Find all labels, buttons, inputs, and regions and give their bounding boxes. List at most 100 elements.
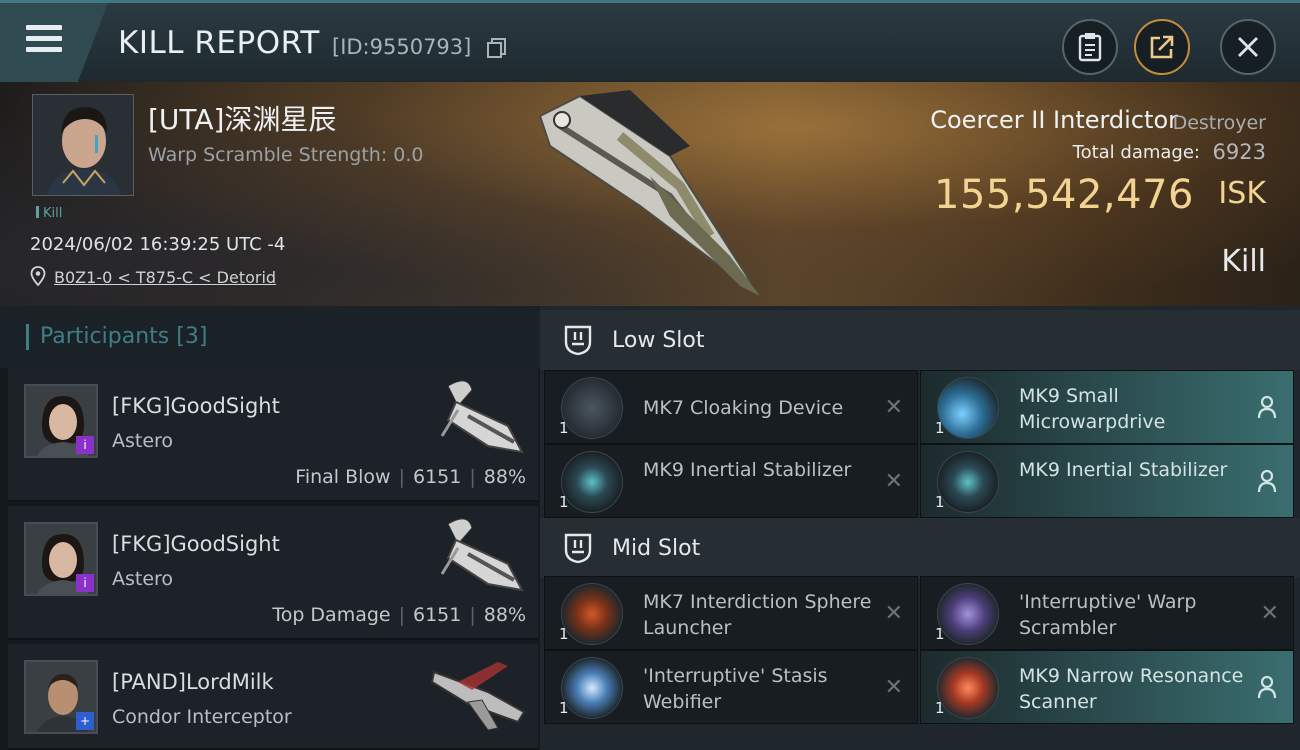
plus-badge-icon: + <box>76 712 94 730</box>
module-quantity: 1 <box>935 625 945 643</box>
kill-timestamp: 2024/06/02 16:39:25 UTC -4 <box>30 234 286 255</box>
fitting-panel: Low Slot 1 MK7 Cloaking Device ✕ 1 MK9 S… <box>540 306 1300 750</box>
destroyed-x-icon: ✕ <box>884 395 903 420</box>
module-card[interactable]: 1 MK9 Inertial Stabilizer ✕ <box>544 444 918 518</box>
report-id: [ID:9550793] <box>332 35 472 59</box>
module-name: MK9 Inertial Stabilizer <box>1019 459 1228 481</box>
module-card[interactable]: 1 'Interruptive' Warp Scrambler ✕ <box>920 576 1294 650</box>
participants-header: Participants [3] <box>0 306 540 368</box>
participant-name: [PAND]LordMilk <box>112 670 274 694</box>
warp-scrambler-icon <box>937 583 999 645</box>
participant-ship-image <box>440 518 524 592</box>
page-title: KILL REPORT <box>118 25 320 61</box>
cloaking-device-icon <box>561 377 623 439</box>
mid-slot-header: Mid Slot <box>540 518 1300 578</box>
clipboard-button[interactable] <box>1062 19 1118 75</box>
module-card[interactable]: 1 MK9 Inertial Stabilizer <box>920 444 1294 518</box>
participant-avatar: i <box>24 522 98 596</box>
menu-icon <box>26 25 62 53</box>
module-card[interactable]: 1 MK7 Cloaking Device ✕ <box>544 370 918 444</box>
inertial-stabilizer-icon <box>937 451 999 513</box>
module-card[interactable]: 1 MK7 Interdiction Sphere Launcher ✕ <box>544 576 918 650</box>
victim-ship-class: Destroyer <box>1172 112 1266 134</box>
low-slot-title: Low Slot <box>612 328 705 353</box>
module-name: MK9 Inertial Stabilizer <box>643 459 852 481</box>
module-card[interactable]: 1 'Interruptive' Stasis Webifier ✕ <box>544 650 918 724</box>
dropped-person-icon <box>1257 395 1277 419</box>
destroyed-x-icon: ✕ <box>1260 601 1279 626</box>
participant-ship: Condor Interceptor <box>112 706 292 728</box>
mid-slot-title: Mid Slot <box>612 536 701 561</box>
participant-stats: Final Blow | 6151 | 88% <box>295 466 526 488</box>
resonance-scanner-icon <box>937 657 999 719</box>
dropped-person-icon <box>1257 469 1277 493</box>
destroyed-x-icon: ✕ <box>884 675 903 700</box>
participant-row[interactable]: i [FKG]GoodSight Astero Top Damage | 6151 |… <box>8 506 538 640</box>
microwarpdrive-icon <box>937 377 999 439</box>
share-icon <box>1150 35 1174 59</box>
participant-row[interactable]: + [PAND]LordMilk Condor Interceptor <box>8 644 538 750</box>
kill-tag: Kill <box>36 206 62 221</box>
participant-ship-image <box>440 380 524 454</box>
stasis-webifier-icon <box>561 657 623 719</box>
victim-avatar <box>33 95 133 195</box>
kill-result: Kill <box>1221 244 1266 279</box>
kill-report-header: KILL REPORT [ID:9550793] <box>0 0 1300 82</box>
destroyed-x-icon: ✕ <box>884 469 903 494</box>
destroyed-x-icon: ✕ <box>884 601 903 626</box>
clipboard-icon <box>1078 33 1102 62</box>
victim-name: [UTA]深渊星辰 <box>148 103 337 136</box>
module-quantity: 1 <box>559 493 569 511</box>
module-name: 'Interruptive' Stasis Webifier <box>643 665 828 713</box>
module-name: MK9 Small Microwarpdrive <box>1019 385 1166 433</box>
participants-title: Participants [3] <box>40 324 208 349</box>
participant-ship: Astero <box>112 568 174 590</box>
module-name: MK9 Narrow Resonance Scanner <box>1019 665 1244 713</box>
module-card[interactable]: 1 MK9 Narrow Resonance Scanner <box>920 650 1294 724</box>
info-badge-icon: i <box>76 574 94 592</box>
participant-avatar: i <box>24 384 98 458</box>
participant-stats: Top Damage | 6151 | 88% <box>272 604 526 626</box>
dropped-person-icon <box>1257 675 1277 699</box>
location-pin-icon <box>30 266 46 286</box>
module-card[interactable]: 1 MK9 Small Microwarpdrive <box>920 370 1294 444</box>
close-button[interactable] <box>1220 19 1276 75</box>
victim-banner: [UTA]深渊星辰 Warp Scramble Strength: 0.0 Ki… <box>0 82 1300 306</box>
module-name: 'Interruptive' Warp Scrambler <box>1019 591 1197 639</box>
low-slot-icon <box>564 325 592 356</box>
module-quantity: 1 <box>559 699 569 717</box>
location-link[interactable]: B0Z1-0 < T875-C < Detorid <box>54 268 276 287</box>
mid-slot-icon <box>564 533 592 564</box>
module-quantity: 1 <box>559 419 569 437</box>
module-quantity: 1 <box>935 419 945 437</box>
participant-row[interactable]: i [FKG]GoodSight Astero Final Blow | 6151 |… <box>8 368 538 502</box>
interdiction-launcher-icon <box>561 583 623 645</box>
participant-name: [FKG]GoodSight <box>112 532 280 556</box>
total-damage-value: 6923 <box>1212 140 1266 164</box>
module-quantity: 1 <box>935 699 945 717</box>
victim-ship-image[interactable] <box>520 86 770 301</box>
participant-name: [FKG]GoodSight <box>112 394 280 418</box>
warp-scramble-strength: Warp Scramble Strength: 0.0 <box>148 144 424 166</box>
menu-button[interactable] <box>0 3 108 82</box>
info-badge-icon: i <box>76 436 94 454</box>
total-damage-label: Total damage: <box>1072 142 1200 163</box>
module-quantity: 1 <box>935 493 945 511</box>
participants-panel: Participants [3] i [FKG]GoodSight Astero… <box>0 306 540 750</box>
participant-ship-image <box>430 662 526 731</box>
low-slot-header: Low Slot <box>540 310 1300 370</box>
victim-portrait[interactable] <box>32 94 134 196</box>
participants-accent-bar <box>26 324 29 350</box>
isk-value: 155,542,476 <box>934 172 1194 218</box>
copy-icon[interactable] <box>486 37 508 59</box>
participant-avatar: + <box>24 660 98 734</box>
share-button[interactable] <box>1134 19 1190 75</box>
module-name: MK7 Interdiction Sphere Launcher <box>643 591 872 639</box>
inertial-stabilizer-icon <box>561 451 623 513</box>
module-quantity: 1 <box>559 625 569 643</box>
module-name: MK7 Cloaking Device <box>643 397 844 419</box>
victim-ship-name: Coercer II Interdictor <box>930 106 1178 134</box>
participant-ship: Astero <box>112 430 174 452</box>
isk-unit: ISK <box>1218 176 1266 211</box>
close-icon <box>1238 37 1258 57</box>
